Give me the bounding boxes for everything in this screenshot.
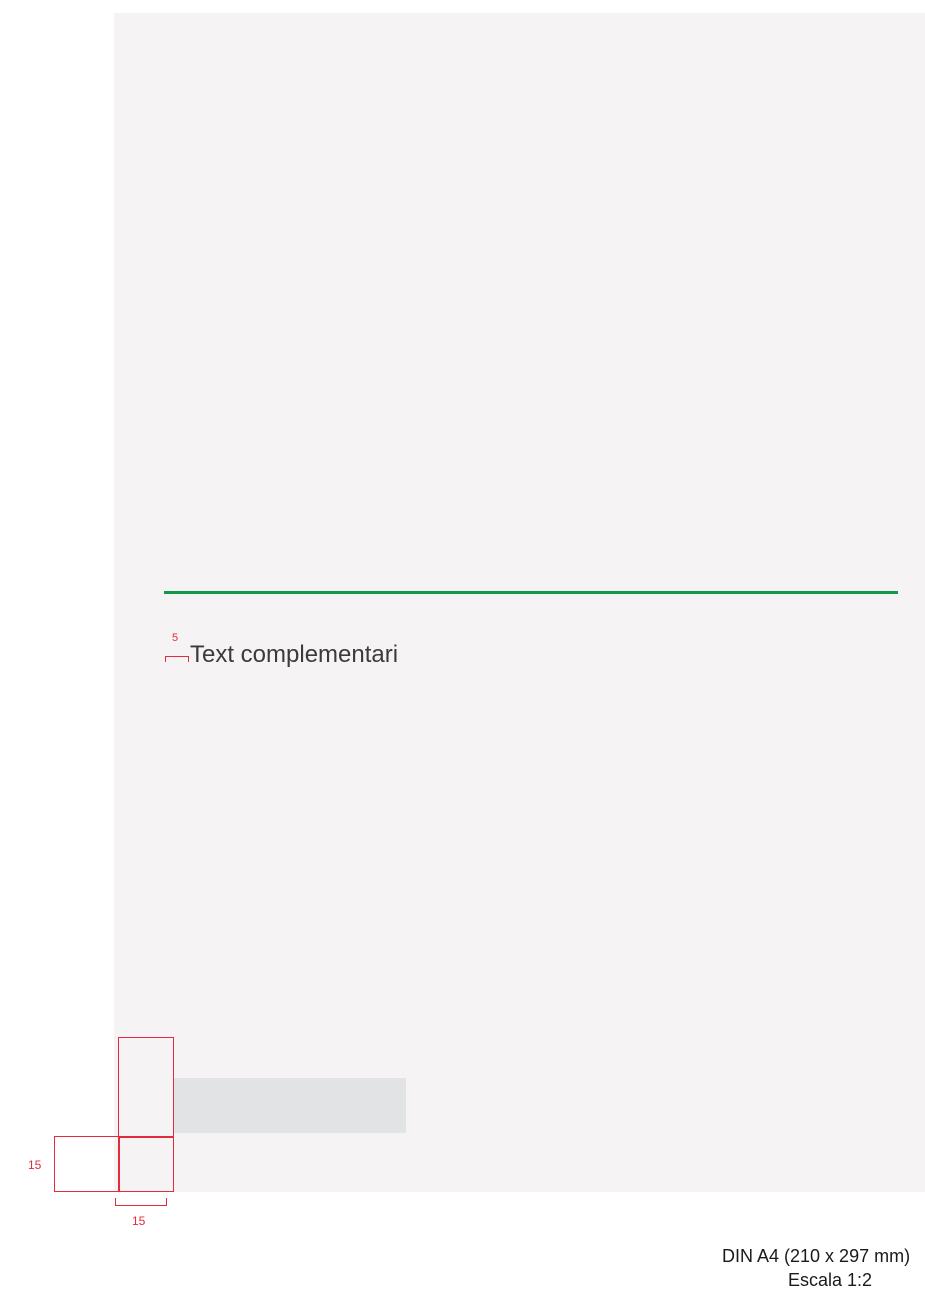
subtitle-text: Text complementari bbox=[190, 641, 399, 668]
document-canvas: 5 Text complementari 15 15 DIN A4 (210 x… bbox=[0, 0, 925, 1292]
guide-box-vertical bbox=[118, 1037, 174, 1138]
margin-bracket bbox=[165, 656, 189, 662]
scale-text: Escala 1:2 bbox=[788, 1270, 873, 1290]
paper-format-text: DIN A4 (210 x 297 mm) bbox=[722, 1246, 911, 1266]
guide-box-square bbox=[118, 1136, 174, 1192]
a4-sheet bbox=[114, 13, 925, 1192]
bottom-dimension-label: 15 bbox=[132, 1214, 146, 1228]
bottom-dimension-bracket bbox=[115, 1198, 167, 1206]
margin-dimension-label: 5 bbox=[172, 632, 179, 644]
side-dimension-label: 15 bbox=[28, 1158, 42, 1172]
logo-placeholder bbox=[174, 1078, 406, 1133]
guide-box-left bbox=[54, 1136, 120, 1192]
green-rule bbox=[164, 591, 898, 594]
